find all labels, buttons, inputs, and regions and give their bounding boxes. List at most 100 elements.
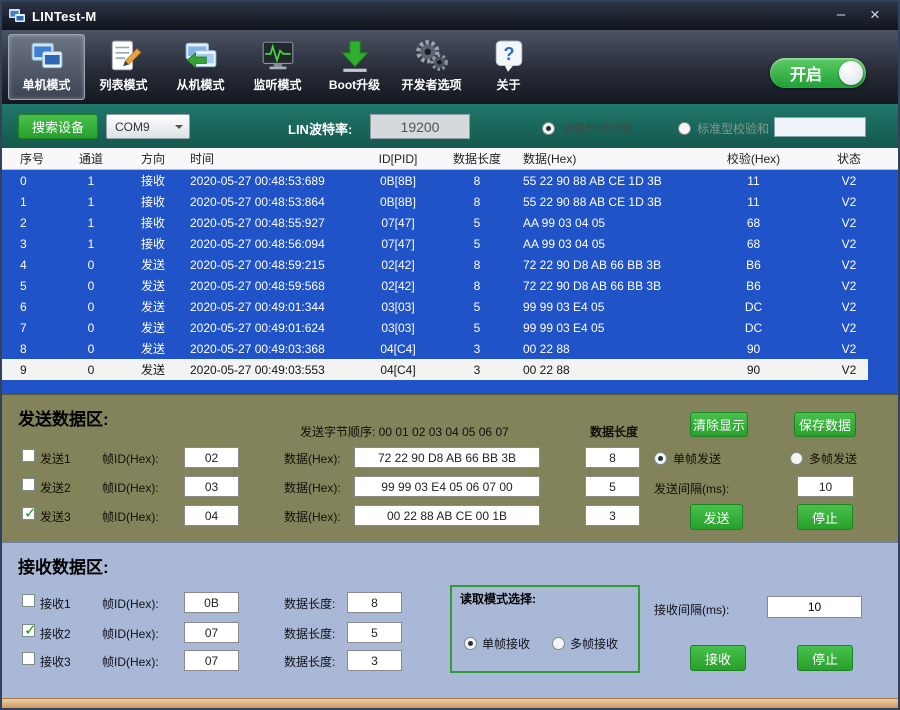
- save-data-button[interactable]: 保存数据: [794, 412, 856, 437]
- read-mode-label: 读取模式选择:: [460, 590, 536, 607]
- tab-label: 从机模式: [176, 76, 224, 93]
- settings-right-input[interactable]: [774, 117, 866, 137]
- receive2-frame-id-input[interactable]: [184, 622, 239, 643]
- send3-label: 发送3: [40, 508, 71, 525]
- table-cell: 0B[8B]: [359, 195, 437, 209]
- table-row[interactable]: 60发送2020-05-27 00:49:01:34403[03]599 99 …: [2, 296, 898, 317]
- table-row[interactable]: 70发送2020-05-27 00:49:01:62403[03]599 99 …: [2, 317, 898, 338]
- tab-boot-upgrade[interactable]: Boot升级: [316, 34, 393, 100]
- receive-button[interactable]: 接收: [690, 645, 746, 671]
- receive1-frame-id-input[interactable]: [184, 592, 239, 613]
- header-cell: 通道: [60, 150, 122, 167]
- tab-slave-mode[interactable]: 从机模式: [162, 34, 239, 100]
- enhanced-checksum-label: 增强型校验和: [561, 120, 633, 137]
- table-cell: 9: [2, 363, 60, 377]
- send-button[interactable]: 发送: [690, 504, 743, 530]
- minimize-button[interactable]: –: [824, 5, 858, 27]
- frame-id-label: 帧ID(Hex):: [102, 595, 159, 612]
- header-cell: 数据长度: [437, 150, 517, 167]
- send2-length-input[interactable]: [585, 476, 640, 497]
- receive-interval-input[interactable]: [767, 596, 862, 618]
- table-cell: V2: [800, 300, 898, 314]
- tab-developer-options[interactable]: 开发者选项: [393, 34, 470, 100]
- table-row[interactable]: 21接收2020-05-27 00:48:55:92707[47]5AA 99 …: [2, 212, 898, 233]
- table-cell: 8: [437, 195, 517, 209]
- send-stop-button[interactable]: 停止: [797, 504, 853, 530]
- single-frame-send-radio[interactable]: 单帧发送: [654, 450, 721, 467]
- receive3-checkbox[interactable]: [22, 652, 35, 665]
- table-cell: 2020-05-27 00:48:55:927: [184, 216, 359, 230]
- table-cell: 00 22 88: [517, 363, 707, 377]
- data-length-header-label: 数据长度: [590, 423, 638, 440]
- developer-gears-icon: [414, 38, 450, 74]
- app-window: LINTest-M – × 单机模式 列表模式 从机模式: [0, 0, 900, 710]
- table-cell: 55 22 90 88 AB CE 1D 3B: [517, 195, 707, 209]
- bottom-strip: [2, 698, 898, 708]
- table-cell: 3: [437, 363, 517, 377]
- send2-data-input[interactable]: [354, 476, 540, 497]
- receive3-length-input[interactable]: [347, 650, 402, 671]
- send2-checkbox[interactable]: [22, 478, 35, 491]
- table-cell: 5: [2, 279, 60, 293]
- send1-checkbox[interactable]: [22, 449, 35, 462]
- table-cell: 发送: [122, 256, 184, 273]
- power-toggle[interactable]: 开启: [770, 58, 866, 88]
- tab-list-mode[interactable]: 列表模式: [85, 34, 162, 100]
- table-row[interactable]: 40发送2020-05-27 00:48:59:21502[42]872 22 …: [2, 254, 898, 275]
- clear-display-button[interactable]: 清除显示: [690, 412, 748, 437]
- table-row[interactable]: 01接收2020-05-27 00:48:53:6890B[8B]855 22 …: [2, 170, 898, 191]
- tab-listen-mode[interactable]: 监听模式: [239, 34, 316, 100]
- send2-frame-id-input[interactable]: [184, 476, 239, 497]
- table-cell: 90: [707, 342, 800, 356]
- send3-frame-id-input[interactable]: [184, 505, 239, 526]
- com-port-select[interactable]: COM9: [106, 114, 190, 139]
- settings-bar: 搜索设备 COM9 LIN波特率: 增强型校验和 标准型校验和: [2, 104, 898, 148]
- table-cell: 0: [60, 258, 122, 272]
- send-data-area: 发送数据区: 发送字节顺序: 00 01 02 03 04 05 06 07 数…: [2, 394, 898, 542]
- multi-frame-receive-radio[interactable]: 多帧接收: [552, 635, 618, 652]
- table-cell: 90: [707, 363, 800, 377]
- frame-id-label: 帧ID(Hex):: [102, 479, 159, 496]
- table-cell: 03[03]: [359, 300, 437, 314]
- standard-checksum-radio[interactable]: 标准型校验和: [678, 120, 769, 137]
- receive3-frame-id-input[interactable]: [184, 650, 239, 671]
- tab-label: 开发者选项: [401, 76, 461, 93]
- send1-data-input[interactable]: [354, 447, 540, 468]
- window-title: LINTest-M: [32, 9, 97, 24]
- table-cell: 1: [60, 195, 122, 209]
- table-cell: 0: [60, 342, 122, 356]
- receive2-length-input[interactable]: [347, 622, 402, 643]
- table-row[interactable]: 31接收2020-05-27 00:48:56:09407[47]5AA 99 …: [2, 233, 898, 254]
- table-row[interactable]: 11接收2020-05-27 00:48:53:8640B[8B]855 22 …: [2, 191, 898, 212]
- send3-data-input[interactable]: [354, 505, 540, 526]
- enhanced-checksum-radio[interactable]: 增强型校验和: [542, 120, 633, 137]
- single-frame-receive-radio[interactable]: 单帧接收: [464, 635, 530, 652]
- receive-stop-button[interactable]: 停止: [797, 645, 853, 671]
- table-cell: V2: [800, 279, 898, 293]
- table-cell: 11: [707, 195, 800, 209]
- receive1-checkbox[interactable]: [22, 594, 35, 607]
- send3-checkbox[interactable]: [22, 507, 35, 520]
- close-button[interactable]: ×: [858, 5, 892, 27]
- table-cell: B6: [707, 279, 800, 293]
- send1-length-input[interactable]: [585, 447, 640, 468]
- header-cell: ID[PID]: [359, 152, 437, 166]
- multi-frame-send-radio[interactable]: 多帧发送: [790, 450, 857, 467]
- table-row[interactable]: 90发送2020-05-27 00:49:03:55304[C4]300 22 …: [2, 359, 898, 380]
- send1-frame-id-input[interactable]: [184, 447, 239, 468]
- baud-rate-input[interactable]: [370, 114, 470, 139]
- receive2-checkbox[interactable]: [22, 624, 35, 637]
- tab-about[interactable]: ? 关于: [470, 34, 547, 100]
- table-header: 序号 通道 方向 时间 ID[PID] 数据长度 数据(Hex) 校验(Hex)…: [2, 148, 898, 170]
- send-interval-input[interactable]: [797, 476, 854, 497]
- table-cell: 0B[8B]: [359, 174, 437, 188]
- receive1-length-input[interactable]: [347, 592, 402, 613]
- table-row[interactable]: 50发送2020-05-27 00:48:59:56802[42]872 22 …: [2, 275, 898, 296]
- tab-single-mode[interactable]: 单机模式: [8, 34, 85, 100]
- data-length-label: 数据长度:: [284, 625, 335, 642]
- table-cell: 8: [2, 342, 60, 356]
- table-cell: 02[42]: [359, 258, 437, 272]
- search-device-button[interactable]: 搜索设备: [18, 114, 98, 139]
- send3-length-input[interactable]: [585, 505, 640, 526]
- table-row[interactable]: 80发送2020-05-27 00:49:03:36804[C4]300 22 …: [2, 338, 898, 359]
